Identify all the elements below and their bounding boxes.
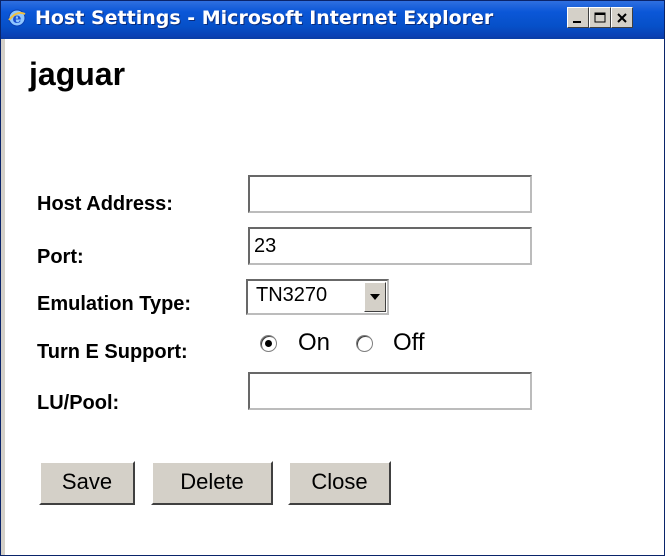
minimize-button[interactable]: [567, 7, 589, 28]
host-address-input[interactable]: [248, 175, 532, 213]
emulation-type-select[interactable]: TN3270: [246, 279, 389, 315]
emulation-type-label: Emulation Type:: [37, 293, 192, 315]
turn-e-support-label: Turn E Support:: [37, 341, 188, 363]
lu-pool-input[interactable]: [248, 372, 532, 410]
host-address-label: Host Address:: [37, 193, 173, 215]
turn-e-off-radio[interactable]: [356, 335, 373, 352]
close-button[interactable]: Close: [288, 461, 391, 505]
port-label: Port:: [37, 246, 84, 268]
turn-e-on-label: On: [298, 329, 331, 356]
page-title: jaguar: [29, 56, 126, 92]
title-bar[interactable]: e Host Settings - Microsoft Internet Exp…: [1, 1, 664, 39]
maximize-button[interactable]: [589, 7, 611, 28]
maximize-icon: [594, 12, 606, 23]
port-input[interactable]: [248, 227, 532, 265]
close-window-button[interactable]: [611, 7, 633, 28]
close-icon: [617, 13, 627, 23]
ie-icon: e: [8, 9, 26, 27]
turn-e-on-radio[interactable]: [260, 335, 277, 352]
chevron-down-icon: [370, 294, 380, 300]
minimize-icon: [573, 21, 581, 23]
window-title: Host Settings - Microsoft Internet Explo…: [35, 7, 494, 29]
save-button[interactable]: Save: [39, 461, 135, 505]
turn-e-off-label: Off: [393, 329, 425, 356]
dropdown-button[interactable]: [364, 282, 386, 312]
delete-button[interactable]: Delete: [151, 461, 273, 505]
emulation-type-value: TN3270: [256, 284, 328, 306]
lu-pool-label: LU/Pool:: [37, 392, 120, 414]
browser-window: e Host Settings - Microsoft Internet Exp…: [0, 0, 665, 556]
